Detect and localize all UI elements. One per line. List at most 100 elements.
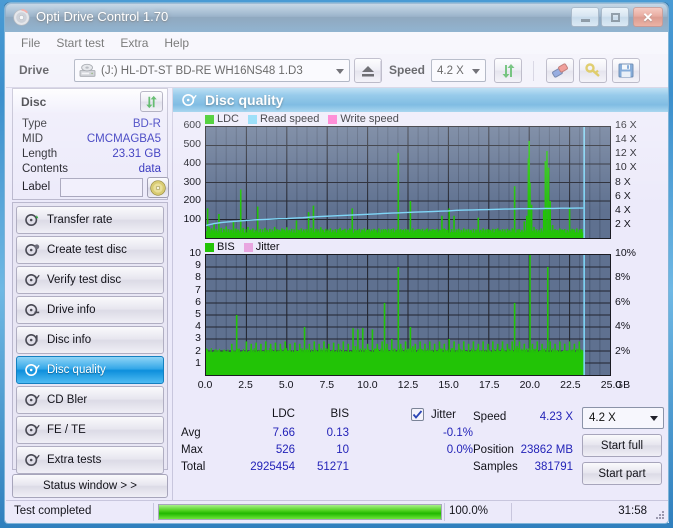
disc-quality-icon xyxy=(181,92,197,108)
page-title: Disc quality xyxy=(205,92,284,108)
key-button[interactable] xyxy=(579,58,607,83)
disc-quality-icon xyxy=(24,362,40,378)
legend-swatch xyxy=(248,115,257,124)
menu-item-extra[interactable]: Extra xyxy=(113,34,155,52)
sidebar-item-label: Create test disc xyxy=(47,244,127,256)
sidebar-item-disc-info[interactable]: Disc info xyxy=(16,326,164,354)
legend-item-write-speed: Write speed xyxy=(328,113,399,125)
x-tick-label: 12.5 xyxy=(395,379,421,391)
y-tick-label: 3 xyxy=(173,332,201,344)
jitter-checkbox[interactable] xyxy=(411,408,424,421)
x-tick-label: 20.0 xyxy=(517,379,543,391)
disc-label-button[interactable] xyxy=(147,177,169,198)
disc-icon xyxy=(150,180,166,196)
disc-info-row-type: Type BD-R xyxy=(13,118,169,134)
disc-label-input[interactable] xyxy=(60,178,143,197)
stats-row-key: Max xyxy=(181,444,203,456)
stats-total-bis: 51271 xyxy=(295,461,349,473)
status-bar: Test completed 100.0% 31:58 xyxy=(6,500,669,523)
start-full-button[interactable]: Start full xyxy=(582,434,662,457)
disc-label-row: Label xyxy=(13,176,169,200)
restore-icon xyxy=(611,13,620,22)
sidebar-item-drive-info[interactable]: Drive info xyxy=(16,296,164,324)
eject-icon xyxy=(360,64,376,78)
sidebar-item-label: Verify test disc xyxy=(47,274,121,286)
drive-toolbar: Drive (J:) HL-DT-ST BD-RE WH16NS48 1.D3 xyxy=(6,54,669,88)
y-tick-label: 4 xyxy=(173,320,201,332)
x-tick-label: 2.5 xyxy=(233,379,259,391)
disc-info-panel: Type BD-R MID CMCMAGBA5 Length 23.31 GB … xyxy=(12,114,168,200)
refresh-button[interactable] xyxy=(494,58,522,83)
disc-panel-label: Disc xyxy=(21,95,46,109)
legend-swatch xyxy=(205,115,214,124)
speed-select[interactable]: 4.2 X xyxy=(431,59,486,82)
disc-info-key: Type xyxy=(22,118,47,130)
disc-icon xyxy=(13,9,30,26)
menu-item-help[interactable]: Help xyxy=(157,34,196,52)
close-button[interactable]: ✕ xyxy=(633,7,663,27)
test-speed-select[interactable]: 4.2 X xyxy=(582,407,664,429)
y2-tick-label: 6% xyxy=(615,296,630,308)
content-panel: Disc quality LDC Read speed Write speed xyxy=(172,88,668,500)
disc-refresh-button[interactable] xyxy=(140,91,163,112)
sidebar-item-extra-tests[interactable]: Extra tests xyxy=(16,446,164,474)
key-icon xyxy=(585,63,602,78)
maximize-button[interactable] xyxy=(601,7,629,27)
extra-tests-icon xyxy=(24,452,40,468)
eject-button[interactable] xyxy=(354,58,382,83)
disc-info-row-mid: MID CMCMAGBA5 xyxy=(13,133,169,149)
legend-swatch xyxy=(328,115,337,124)
stats-row-key: Total xyxy=(181,461,205,473)
erase-button[interactable] xyxy=(546,58,574,83)
menu-item-start-test[interactable]: Start test xyxy=(49,34,111,52)
y-tick-label: 8 xyxy=(173,271,201,283)
legend-item-bis: BIS xyxy=(205,241,235,253)
title-bar: Opti Drive Control 1.70 ✕ xyxy=(4,2,669,32)
sidebar-item-create-test-disc[interactable]: Create test disc xyxy=(16,236,164,264)
sidebar-item-label: Drive info xyxy=(47,304,96,316)
stats-header-bis: BIS xyxy=(309,408,349,420)
cd-bler-icon xyxy=(24,392,40,408)
sidebar-item-cd-bler[interactable]: CD Bler xyxy=(16,386,164,414)
create-disc-icon xyxy=(24,242,40,258)
x-tick-label: 0.0 xyxy=(192,379,218,391)
speed-value: 4.2 X xyxy=(437,65,464,77)
jitter-label: Jitter xyxy=(431,409,456,421)
disc-info-value: data xyxy=(139,163,161,175)
stats-avg-ldc: 7.66 xyxy=(239,427,295,439)
chevron-down-icon xyxy=(336,69,344,74)
legend-label: Write speed xyxy=(340,113,399,125)
y-tick-label: 200 xyxy=(173,194,201,206)
stats-avg-bis: 0.13 xyxy=(299,427,349,439)
stats-max-ldc: 526 xyxy=(239,444,295,456)
drive-info-icon xyxy=(24,302,40,318)
menu-item-file[interactable]: File xyxy=(14,34,47,52)
sidebar-item-fe-te[interactable]: FE / TE xyxy=(16,416,164,444)
eraser-icon xyxy=(552,63,569,78)
legend-label: Jitter xyxy=(256,241,280,253)
drive-select[interactable]: (J:) HL-DT-ST BD-RE WH16NS48 1.D3 xyxy=(74,59,350,82)
drive-label: Drive xyxy=(19,63,49,77)
status-separator xyxy=(511,503,512,521)
status-window-button[interactable]: Status window > > xyxy=(12,474,168,498)
disc-info-key: Length xyxy=(22,148,57,160)
save-button[interactable] xyxy=(612,58,640,83)
y-tick-label: 500 xyxy=(173,138,201,150)
status-separator xyxy=(153,503,154,521)
resize-grip-icon[interactable] xyxy=(654,509,666,521)
sidebar-item-disc-quality[interactable]: Disc quality xyxy=(16,356,164,384)
y2-tick-label: 14 X xyxy=(615,133,637,145)
sidebar-item-verify-test-disc[interactable]: Verify test disc xyxy=(16,266,164,294)
y2-tick-label: 2% xyxy=(615,345,630,357)
progress-fill xyxy=(159,505,441,519)
start-part-button[interactable]: Start part xyxy=(582,462,662,485)
minimize-button[interactable] xyxy=(571,7,599,27)
status-separator xyxy=(444,503,445,521)
y-tick-label: 400 xyxy=(173,157,201,169)
statistics-panel: LDC BIS Jitter Avg 7.66 0.13 -0.1% Max 5… xyxy=(173,404,669,500)
legend-item-read-speed: Read speed xyxy=(248,113,319,125)
y-tick-label: 2 xyxy=(173,345,201,357)
y2-tick-label: 4% xyxy=(615,320,630,332)
sidebar-item-label: Transfer rate xyxy=(47,214,112,226)
sidebar-item-transfer-rate[interactable]: Transfer rate xyxy=(16,206,164,234)
